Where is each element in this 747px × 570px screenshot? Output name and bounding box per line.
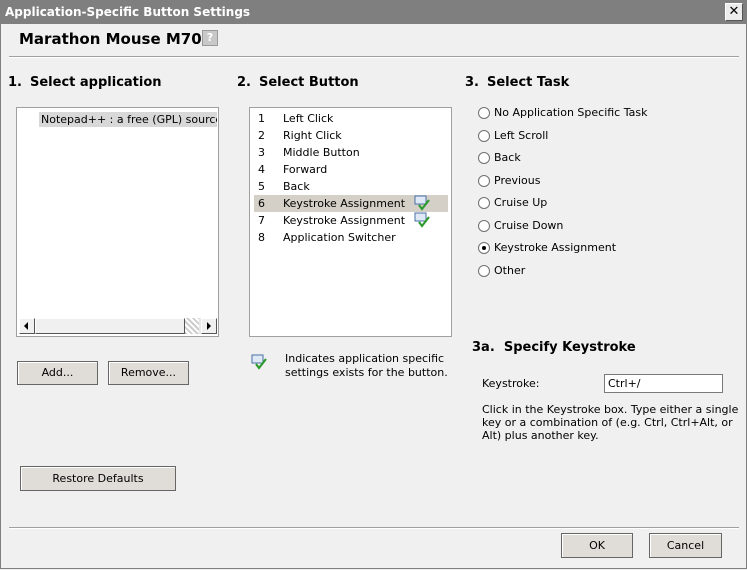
remove-button[interactable]: Remove... (108, 361, 189, 385)
task-label: Cruise Up (494, 196, 548, 209)
button-number: 7 (258, 214, 265, 227)
scroll-thumb[interactable] (35, 318, 185, 334)
cancel-button[interactable]: Cancel (649, 533, 722, 558)
help-icon[interactable]: ? (202, 30, 218, 46)
button-list-item[interactable]: 8 Application Switcher (254, 229, 448, 246)
ok-button[interactable]: OK (561, 533, 633, 558)
task-label: Cruise Down (494, 218, 564, 232)
radio-button[interactable] (478, 107, 490, 119)
radio-button[interactable] (478, 129, 490, 142)
app-specific-check-icon (251, 354, 267, 370)
button-label: Back (283, 180, 310, 193)
keystroke-input[interactable]: Ctrl+/ (604, 374, 723, 393)
button-number: 8 (258, 231, 265, 244)
step-select-task: 3. Select Task (465, 75, 570, 90)
horizontal-scrollbar[interactable] (19, 318, 217, 334)
restore-defaults-button[interactable]: Restore Defaults (20, 466, 176, 491)
button-label: Right Click (283, 129, 342, 142)
button-number: 3 (258, 146, 265, 159)
app-specific-check-icon (414, 212, 430, 228)
button-list-item[interactable]: 1 Left Click (254, 110, 448, 127)
header-divider (9, 56, 739, 58)
task-label: Other (494, 263, 526, 277)
task-label: Back (494, 151, 521, 164)
button-number: 4 (258, 163, 265, 176)
radio-button[interactable] (478, 219, 490, 232)
device-name: Marathon Mouse M705 (19, 30, 213, 48)
keystroke-help-line-2: key or a combination of (e.g. Ctrl, Ctrl… (482, 416, 733, 429)
radio-button[interactable] (478, 174, 490, 187)
window-title: Application-Specific Button Settings (5, 5, 251, 19)
radio-button[interactable] (478, 242, 490, 254)
application-list[interactable]: Notepad++ : a free (GPL) source co (16, 107, 219, 337)
button-list-item[interactable]: 7 Keystroke Assignment (254, 212, 448, 229)
title-bar: Application-Specific Button Settings ✕ (0, 0, 747, 24)
app-specific-check-icon (414, 195, 430, 211)
button-number: 5 (258, 180, 265, 193)
keystroke-help-line-3: Alt) plus another key. (482, 429, 599, 442)
task-label: Left Scroll (494, 128, 549, 142)
button-list-item[interactable]: 6 Keystroke Assignment (254, 195, 448, 212)
task-label: Keystroke Assignment (494, 241, 617, 254)
step-select-button: 2. Select Button (237, 75, 359, 90)
button-label: Forward (283, 163, 328, 176)
button-label: Keystroke Assignment (283, 197, 406, 210)
keystroke-label: Keystroke: (482, 377, 540, 390)
button-number: 6 (258, 197, 265, 210)
legend-line-1: Indicates application specific (285, 352, 445, 365)
list-item-application[interactable]: Notepad++ : a free (GPL) source co (39, 112, 217, 127)
radio-button[interactable] (478, 197, 490, 209)
button-number: 2 (258, 129, 265, 142)
step-specify-keystroke: 3a. Specify Keystroke (472, 340, 636, 355)
scroll-track[interactable] (185, 318, 199, 334)
button-label: Keystroke Assignment (283, 214, 406, 227)
keystroke-help-line-1: Click in the Keystroke box. Type either … (482, 403, 739, 416)
button-list-item[interactable]: 5 Back (254, 178, 448, 195)
button-label: Left Click (283, 112, 334, 125)
button-label: Application Switcher (283, 231, 396, 244)
radio-button[interactable] (478, 264, 490, 277)
button-list-item[interactable]: 2 Right Click (254, 127, 448, 144)
button-label: Middle Button (283, 146, 360, 159)
button-list-item[interactable]: 4 Forward (254, 161, 448, 178)
close-button[interactable]: ✕ (725, 3, 743, 21)
scroll-left-arrow-icon[interactable] (19, 318, 35, 334)
button-list[interactable]: 1 Left Click 2 Right Click 3 Middle Button 4 Fo… (249, 107, 452, 337)
scroll-right-arrow-icon[interactable] (201, 318, 217, 334)
add-button[interactable]: Add... (17, 361, 98, 385)
button-number: 1 (258, 112, 265, 125)
footer-divider (9, 527, 739, 529)
legend-line-2: settings exists for the button. (285, 366, 448, 379)
radio-button[interactable] (478, 152, 490, 164)
step-select-application: 1. Select application (8, 75, 162, 90)
task-label: No Application Specific Task (494, 106, 648, 119)
task-label: Previous (494, 173, 541, 187)
radio-selected-dot (482, 246, 486, 250)
button-list-item[interactable]: 3 Middle Button (254, 144, 448, 161)
